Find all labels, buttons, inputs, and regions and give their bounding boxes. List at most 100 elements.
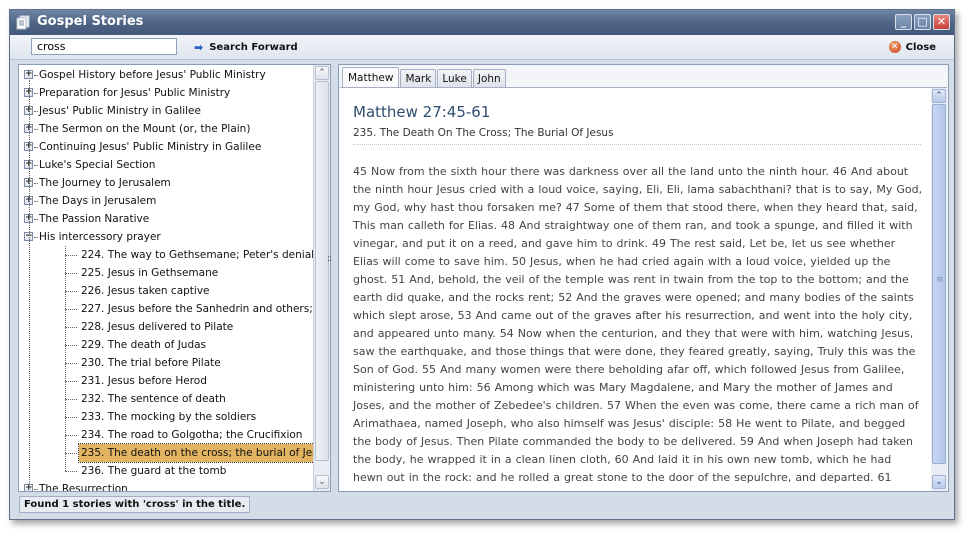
tree-group-label: The Passion Narative <box>33 210 149 228</box>
tree-group-label: His intercessory prayer <box>34 228 161 246</box>
tree-group-label: The Resurrection <box>34 480 128 491</box>
passage-line: 45 Now from the sixth hour there was dar… <box>353 165 909 178</box>
tree-item[interactable]: 236. The guard at the tomb <box>19 462 313 480</box>
search-forward-label: Search Forward <box>209 41 298 53</box>
passage-text: 45 Now from the sixth hour there was dar… <box>353 163 923 491</box>
tree-item[interactable]: 228. Jesus delivered to Pilate <box>19 318 313 336</box>
tree-group[interactable]: + Jesus' Public Ministry in Galilee <box>19 102 313 120</box>
scroll-down-button[interactable]: ⌄ <box>315 475 329 489</box>
scroll-down-button[interactable]: ⌄ <box>932 475 946 489</box>
passage-line: the ninth hour Jesus cried with a loud v… <box>353 183 923 196</box>
story-title: 235. The Death On The Cross; The Burial … <box>353 127 614 139</box>
expander-icon[interactable]: + <box>24 70 33 79</box>
maximize-button[interactable]: □ <box>914 14 931 30</box>
scrollbar-thumb[interactable] <box>315 81 329 461</box>
tree-group-label: The Journey to Jerusalem <box>34 174 171 192</box>
passage-line: hewn out in the rock: and he rolled a gr… <box>353 471 892 484</box>
toolbar: ➡ Search Forward ✕ Close <box>10 35 954 60</box>
passage-line: Elias will come to save him. 50 Jesus, w… <box>353 255 891 268</box>
chevron-up-icon: ⌃ <box>935 91 943 101</box>
chevron-down-icon: ⌄ <box>935 477 943 487</box>
divider <box>353 144 921 145</box>
scripture-reference: Matthew 27:45-61 <box>353 103 491 121</box>
tree-item[interactable]: 232. The sentence of death <box>19 390 313 408</box>
tree-group[interactable]: + Luke's Special Section <box>19 156 313 174</box>
window-title: Gospel Stories <box>37 14 144 29</box>
tree-item[interactable]: 226. Jesus taken captive <box>19 282 313 300</box>
splitter-grip-icon: :: <box>327 254 332 264</box>
passage-line: the body of Jesus. Then Pilate commanded… <box>353 435 913 448</box>
passage-line: This man calleth for Elias. 48 And strai… <box>353 219 913 232</box>
tree-group[interactable]: + The Sermon on the Mount (or, the Plain) <box>19 120 313 138</box>
title-bar[interactable]: Gospel Stories _ □ ✕ <box>10 10 954 35</box>
passage-line: saw the earthquake, and those things tha… <box>353 345 916 358</box>
passage-line: vinegar, and put it on a reed, and gave … <box>353 237 896 250</box>
tree-group[interactable]: + The Passion Narative <box>19 210 313 228</box>
expander-icon[interactable]: + <box>24 484 33 491</box>
maximize-icon: □ <box>917 15 928 28</box>
grip-icon: ≡ <box>936 275 944 285</box>
tree-item-label: 228. Jesus delivered to Pilate <box>64 318 235 336</box>
tree-scrollbar[interactable]: ⌃ ⌄ <box>313 65 330 491</box>
tree-group[interactable]: + Gospel History before Jesus' Public Min… <box>19 66 313 84</box>
tree-group-label: Preparation for Jesus' Public Ministry <box>33 84 230 102</box>
tree-item[interactable]: 234. The road to Golgotha; the Crucifixi… <box>19 426 313 444</box>
passage-line: the body, he wrapped it in a clean linen… <box>353 453 892 466</box>
tree-group-label: Jesus' Public Ministry in Galilee <box>34 102 201 120</box>
chevron-down-icon: ⌄ <box>318 477 326 487</box>
tab-john[interactable]: John <box>472 69 506 88</box>
tree-root-line <box>29 80 30 491</box>
passage-panel: Matthew Mark Luke John Matthew 27:45-61 … <box>338 64 949 492</box>
tab-mark[interactable]: Mark <box>400 69 437 88</box>
tree-group-label: Luke's Special Section <box>33 156 155 174</box>
tree-item[interactable]: 230. The trial before Pilate <box>19 354 313 372</box>
tree-group[interactable]: + The Journey to Jerusalem <box>19 174 313 192</box>
tree-group[interactable]: + The Resurrection <box>19 480 313 491</box>
scrollbar-thumb[interactable]: ≡ <box>932 104 946 464</box>
tree-group-label: The Sermon on the Mount (or, the Plain) <box>33 120 250 138</box>
tree-item-label: 234. The road to Golgotha; the Crucifixi… <box>64 426 304 444</box>
passage-line: which slept arose, 53 And came out of th… <box>353 309 913 322</box>
tree-item[interactable]: 233. The mocking by the soldiers <box>19 408 313 426</box>
window-close-button[interactable]: ✕ <box>933 14 950 30</box>
passage-scrollbar[interactable]: ⌃ ≡ ⌄ <box>931 88 947 491</box>
tree-group[interactable]: + Continuing Jesus' Public Ministry in Ga… <box>19 138 313 156</box>
passage-line: ghost. 51 And, behold, the veil of the t… <box>353 273 909 286</box>
tree-group-label: The Days in Jerusalem <box>33 192 156 210</box>
tree-item[interactable]: 227. Jesus before the Sanhedrin and othe… <box>19 300 313 318</box>
tree-item-label: 233. The mocking by the soldiers <box>64 408 258 426</box>
tree-item-label: 232. The sentence of death <box>65 390 228 408</box>
search-input[interactable] <box>31 38 177 55</box>
pane-splitter[interactable]: :: <box>327 64 337 490</box>
story-tree: + Gospel History before Jesus' Public Min… <box>19 65 313 491</box>
tree-group[interactable]: − His intercessory prayer <box>19 228 313 246</box>
search-forward-button[interactable]: ➡ Search Forward <box>194 39 298 55</box>
passage-line: And there was Mary Magdalene, and the ot… <box>353 487 923 491</box>
tab-luke[interactable]: Luke <box>437 69 472 88</box>
tree-connector-line <box>65 246 66 471</box>
scroll-up-button[interactable]: ⌃ <box>932 89 946 103</box>
passage-line: ministering unto him: 56 Among which was… <box>353 381 893 394</box>
tree-item[interactable]: 229. The death of Judas <box>19 336 313 354</box>
tree-item[interactable]: 225. Jesus in Gethsemane <box>19 264 313 282</box>
tree-item-label: 235. The death on the cross; the burial … <box>65 443 313 463</box>
tree-item[interactable]: 224. The way to Gethsemane; Peter's deni… <box>19 246 313 264</box>
tree-group[interactable]: + The Days in Jerusalem <box>19 192 313 210</box>
close-label: Close <box>905 41 936 53</box>
document-stack-icon <box>16 15 30 30</box>
tree-item[interactable]: 231. Jesus before Herod <box>19 372 313 390</box>
gospel-tabs: Matthew Mark Luke John <box>342 67 507 88</box>
tree-item-selected[interactable]: 235. The death on the cross; the burial … <box>19 443 313 463</box>
passage-line: Arimathaea, named Joseph, who also himse… <box>353 417 906 430</box>
scroll-up-button[interactable]: ⌃ <box>315 66 329 80</box>
tree-group[interactable]: + Preparation for Jesus' Public Ministry <box>19 84 313 102</box>
minimize-button[interactable]: _ <box>895 14 912 30</box>
passage-content: Matthew 27:45-61 235. The Death On The C… <box>340 87 947 491</box>
close-button[interactable]: ✕ Close <box>888 39 936 55</box>
tree-item-label: 229. The death of Judas <box>64 336 208 354</box>
tab-matthew[interactable]: Matthew <box>342 67 400 88</box>
arrow-right-icon: ➡ <box>194 40 204 54</box>
minimize-icon: _ <box>900 15 907 28</box>
app-window: Gospel Stories _ □ ✕ ➡ Search Forward ✕ … <box>9 9 955 520</box>
passage-line: and appeared unto many. 54 Now when the … <box>353 327 914 340</box>
